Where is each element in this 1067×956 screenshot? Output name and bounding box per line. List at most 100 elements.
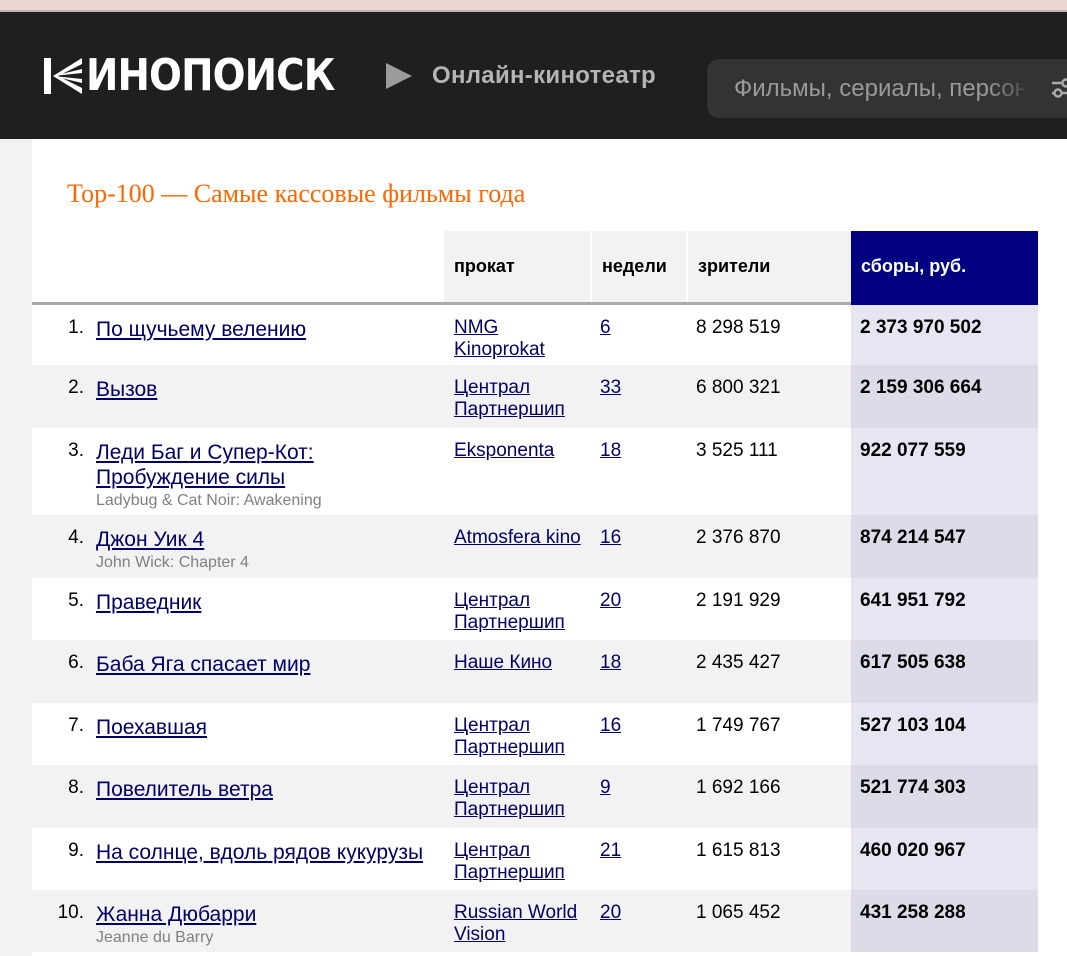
weeks-link[interactable]: 18	[600, 440, 621, 461]
kinopoisk-sunburst-icon	[44, 58, 82, 94]
title-cell: На солнце, вдоль рядов кукурузы	[94, 828, 444, 890]
distributor-line: NMG	[454, 316, 499, 338]
site-header: ИНОПОИСК Онлайн-кинотеатр	[0, 12, 1067, 139]
distributor-link[interactable]: Централ Партнершип	[454, 840, 565, 883]
viewers-cell: 6 800 321	[687, 365, 851, 428]
title-cell: Повелитель ветра	[94, 765, 444, 828]
gross-cell: 617 505 638	[851, 640, 1038, 703]
table-row: 1. По щучьему велению NMG Kinoprokat 6 8 298 …	[32, 303, 1038, 365]
table-row: 9. На солнце, вдоль рядов кукурузы Централ…	[32, 828, 1038, 890]
rank: 8.	[32, 765, 94, 828]
weeks-cell: 16	[591, 515, 687, 578]
weeks-link[interactable]: 16	[600, 527, 621, 548]
col-viewers: зрители	[686, 231, 851, 305]
weeks-link[interactable]: 21	[600, 840, 621, 861]
title-cell: Праведник	[94, 578, 444, 640]
viewers-cell: 8 298 519	[687, 303, 851, 365]
gross-cell: 2 373 970 502	[851, 303, 1038, 365]
col-weeks: недели	[590, 231, 687, 305]
viewers-cell: 1 065 452	[687, 890, 851, 952]
distributor-link[interactable]: Централ Партнершип	[454, 715, 565, 758]
rank: 4.	[32, 515, 94, 578]
distributor-line: Централ	[454, 715, 531, 736]
original-title: Ladybug & Cat Noir: Awakening	[96, 492, 322, 509]
film-title-link[interactable]: По щучьему велению	[96, 318, 306, 341]
table-body: 1. По щучьему велению NMG Kinoprokat 6 8 298 …	[32, 303, 1038, 952]
gross-cell: 527 103 104	[851, 703, 1038, 765]
gross-cell: 460 020 967	[851, 828, 1038, 890]
film-title-link[interactable]: Повелитель ветра	[96, 778, 273, 801]
distributor-link[interactable]: Централ Партнершип	[454, 590, 565, 633]
weeks-cell: 20	[591, 578, 687, 640]
gross-cell: 641 951 792	[851, 578, 1038, 640]
distributor-line: Наше Кино	[454, 652, 553, 673]
distributor-cell: Централ Партнершип	[444, 703, 591, 765]
table-row: 3. Леди Баг и Супер-Кот: Пробуждение силы…	[32, 428, 1038, 515]
film-title-link[interactable]: Баба Яга спасает мир	[96, 653, 310, 676]
film-title-link[interactable]: Вызов	[96, 378, 157, 401]
viewers-cell: 1 692 166	[687, 765, 851, 828]
distributor-line: Russian World	[454, 902, 578, 923]
film-title-link[interactable]: Жанна Дюбарри	[96, 903, 256, 926]
distributor-line: Kinoprokat	[454, 338, 545, 360]
original-title: Jeanne du Barry	[96, 929, 214, 946]
table-row: 6. Баба Яга спасает мир Наше Кино 18 2 435 4…	[32, 640, 1038, 703]
weeks-cell: 18	[591, 428, 687, 515]
logo-text: ИНОПОИСК	[86, 50, 335, 101]
distributor-cell: Централ Партнершип	[444, 365, 591, 428]
film-title-link[interactable]: На солнце, вдоль рядов кукурузы	[96, 841, 423, 864]
viewers-cell: 2 435 427	[687, 640, 851, 703]
film-title-link[interactable]: Поехавшая	[96, 716, 207, 739]
weeks-link[interactable]: 6	[600, 317, 611, 338]
distributor-cell: Централ Партнершип	[444, 828, 591, 890]
title-cell: Поехавшая	[94, 703, 444, 765]
table-row: 8. Повелитель ветра Централ Партнершип 9 1 69…	[32, 765, 1038, 828]
rank: 9.	[32, 828, 94, 890]
distributor-line: Atmosfera kino	[454, 527, 581, 548]
distributor-cell: Eksponenta	[444, 428, 591, 515]
weeks-cell: 20	[591, 890, 687, 952]
gross-cell: 2 159 306 664	[851, 365, 1038, 428]
search-input[interactable]	[734, 59, 1024, 118]
weeks-link[interactable]: 18	[600, 652, 621, 673]
film-title-link[interactable]: Джон Уик 4	[96, 528, 204, 551]
distributor-cell: Централ Партнершип	[444, 765, 591, 828]
film-title-link[interactable]: Леди Баг и Супер-Кот: Пробуждение силы	[96, 441, 314, 489]
col-distributor: прокат	[444, 231, 591, 305]
distributor-link[interactable]: Наше Кино	[454, 652, 552, 673]
weeks-link[interactable]: 33	[600, 377, 621, 398]
viewers-cell: 1 749 767	[687, 703, 851, 765]
distributor-line: Партнершип	[454, 612, 565, 633]
weeks-cell: 9	[591, 765, 687, 828]
distributor-line: Партнершип	[454, 399, 565, 420]
filter-settings-icon[interactable]	[1050, 77, 1067, 101]
kinopoisk-logo[interactable]: ИНОПОИСК	[44, 54, 368, 98]
weeks-link[interactable]: 9	[600, 777, 611, 798]
title-cell: Джон Уик 4 John Wick: Chapter 4	[94, 515, 444, 578]
viewers-cell: 2 376 870	[687, 515, 851, 578]
weeks-link[interactable]: 20	[600, 902, 621, 923]
distributor-link[interactable]: Централ Партнершип	[454, 377, 565, 420]
distributor-link[interactable]: Atmosfera kino	[454, 527, 581, 548]
distributor-link[interactable]: Russian World Vision	[454, 902, 577, 945]
gross-cell: 431 258 288	[851, 890, 1038, 952]
distributor-cell: Atmosfera kino	[444, 515, 591, 578]
rank: 7.	[32, 703, 94, 765]
film-title-link[interactable]: Праведник	[96, 591, 201, 614]
gross-cell: 521 774 303	[851, 765, 1038, 828]
table-row: 2. Вызов Централ Партнершип 33 6 800 321 2 159…	[32, 365, 1038, 428]
distributor-line: Vision	[454, 924, 506, 945]
weeks-cell: 21	[591, 828, 687, 890]
col-gross: сборы, руб.	[851, 231, 1038, 305]
table-row: 5. Праведник Централ Партнершип 20 2 191 929 6…	[32, 578, 1038, 640]
distributor-link[interactable]: Eksponenta	[454, 440, 554, 461]
weeks-link[interactable]: 20	[600, 590, 621, 611]
content-panel: Top-100 — Самые кассовые фильмы года про…	[32, 139, 1067, 956]
table-header-row: прокат недели зрители сборы, руб.	[32, 231, 1038, 305]
distributor-link[interactable]: Централ Партнершип	[454, 777, 565, 820]
distributor-link[interactable]: NMG Kinoprokat	[454, 317, 545, 360]
viewers-cell: 1 615 813	[687, 828, 851, 890]
online-cinema-link[interactable]: Онлайн-кинотеатр	[386, 60, 656, 92]
table-row: 4. Джон Уик 4 John Wick: Chapter 4 Atmosfer…	[32, 515, 1038, 578]
weeks-link[interactable]: 16	[600, 715, 621, 736]
